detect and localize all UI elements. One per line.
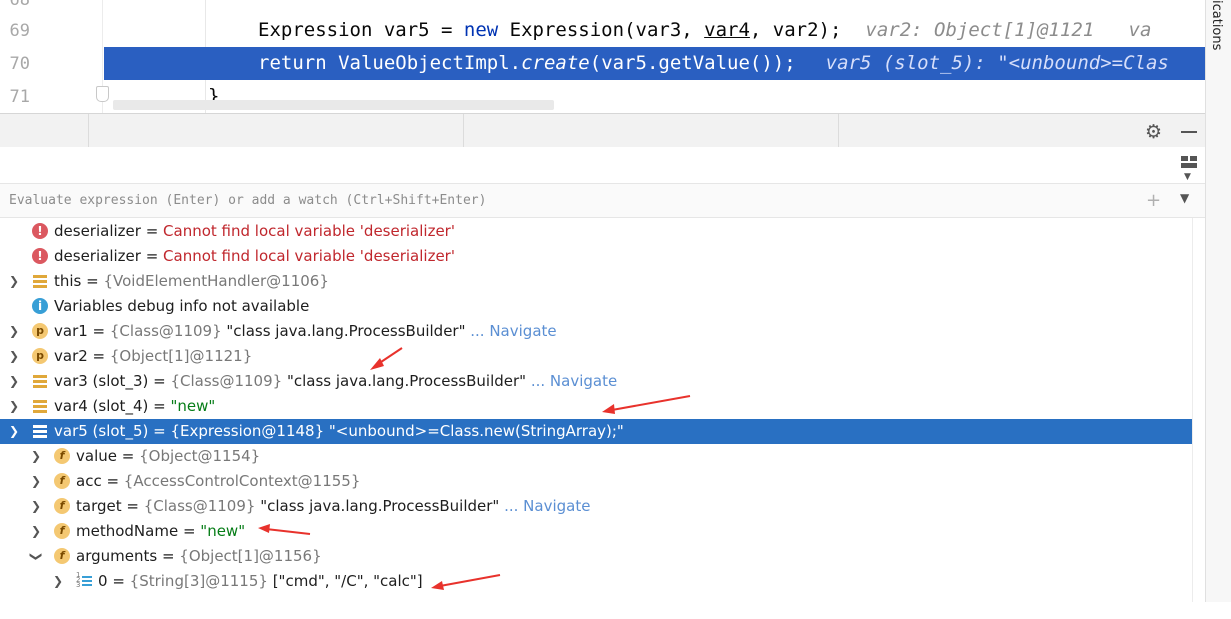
annotation-arrowhead [258, 524, 270, 533]
annotation-arrowhead [431, 581, 444, 590]
annotation-arrows [258, 347, 691, 590]
annotation-arrowhead [370, 358, 384, 370]
annotation-arrow [439, 574, 501, 587]
annotation-arrowhead [602, 404, 615, 414]
annotation-arrow [265, 528, 311, 535]
annotation-arrow [611, 395, 691, 411]
